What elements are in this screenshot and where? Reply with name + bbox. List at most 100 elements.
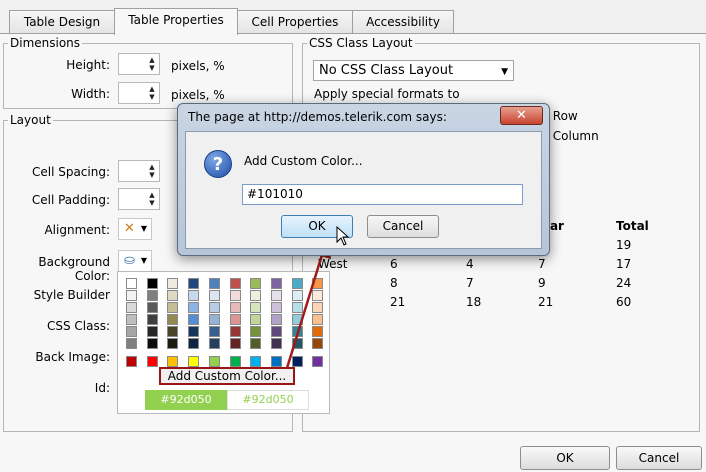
color-swatch[interactable]	[291, 290, 303, 301]
tab-table-properties[interactable]: Table Properties	[114, 8, 238, 35]
cell-padding-stepper[interactable]: ▲ ▼	[118, 188, 160, 210]
color-swatch[interactable]	[188, 314, 200, 325]
stepper-arrows-icon[interactable]: ▲ ▼	[148, 85, 156, 101]
alignment-dropdown[interactable]: ✕ ▼	[118, 218, 152, 240]
css-class-layout-select[interactable]: No CSS Class Layout ▼	[313, 60, 514, 81]
color-swatch[interactable]	[229, 302, 241, 313]
color-swatch[interactable]	[291, 326, 303, 337]
color-swatch[interactable]	[126, 326, 137, 337]
color-swatch[interactable]	[146, 290, 158, 301]
color-swatch[interactable]	[250, 302, 262, 313]
color-swatch[interactable]	[229, 314, 241, 325]
color-swatch[interactable]	[312, 278, 324, 289]
color-swatch[interactable]	[270, 326, 282, 337]
add-custom-color-button[interactable]: Add Custom Color...	[159, 367, 295, 385]
color-swatch[interactable]	[291, 338, 303, 349]
height-stepper[interactable]: ▲ ▼	[118, 53, 160, 75]
color-swatch[interactable]	[270, 302, 282, 313]
color-swatch[interactable]	[270, 314, 282, 325]
color-swatch[interactable]	[270, 278, 282, 289]
color-swatch[interactable]	[146, 302, 158, 313]
color-swatch[interactable]	[250, 338, 262, 349]
color-swatch[interactable]	[167, 290, 179, 301]
color-swatch[interactable]	[270, 356, 282, 367]
prompt-dialog: The page at http://demos.telerik.com say…	[177, 103, 550, 256]
color-swatch[interactable]	[208, 290, 220, 301]
color-swatch[interactable]	[250, 314, 262, 325]
color-swatch[interactable]	[229, 290, 241, 301]
color-swatch[interactable]	[250, 356, 262, 367]
color-swatch[interactable]	[146, 314, 158, 325]
color-swatch[interactable]	[146, 356, 158, 367]
color-swatch[interactable]	[312, 302, 324, 313]
color-swatch[interactable]	[188, 302, 200, 313]
color-swatch[interactable]	[146, 278, 158, 289]
color-swatch[interactable]	[312, 314, 324, 325]
color-swatch[interactable]	[208, 314, 220, 325]
dialog-body: ? Add Custom Color... #101010 OK Cancel	[185, 131, 542, 249]
color-swatch[interactable]	[312, 326, 324, 337]
color-swatch[interactable]	[188, 278, 200, 289]
stepper-arrows-icon[interactable]: ▲ ▼	[148, 56, 156, 72]
tab-table-design[interactable]: Table Design	[9, 10, 115, 34]
tab-cell-properties[interactable]: Cell Properties	[237, 10, 353, 34]
color-swatch[interactable]	[167, 338, 179, 349]
cell-spacing-stepper[interactable]: ▲ ▼	[118, 160, 160, 182]
color-swatch[interactable]	[188, 338, 200, 349]
color-swatch[interactable]	[126, 302, 137, 313]
color-swatch[interactable]	[208, 326, 220, 337]
color-swatch[interactable]	[312, 338, 324, 349]
table-cell: 21	[390, 295, 406, 309]
stepper-arrows-icon[interactable]: ▲ ▼	[148, 163, 156, 179]
color-swatch[interactable]	[167, 302, 179, 313]
table-cell: 21	[538, 295, 554, 309]
dialog-cancel-button[interactable]: Cancel	[367, 215, 439, 238]
stepper-arrows-icon[interactable]: ▲ ▼	[148, 191, 156, 207]
color-swatch[interactable]	[167, 326, 179, 337]
color-swatch[interactable]	[312, 356, 324, 367]
color-swatch[interactable]	[229, 356, 241, 367]
color-swatch[interactable]	[208, 356, 220, 367]
color-swatch[interactable]	[208, 338, 220, 349]
color-swatch[interactable]	[229, 326, 241, 337]
ok-button[interactable]: OK	[520, 446, 610, 470]
color-swatch[interactable]	[167, 314, 179, 325]
color-swatch[interactable]	[208, 302, 220, 313]
color-swatch[interactable]	[188, 356, 200, 367]
color-swatch[interactable]	[250, 326, 262, 337]
table-cell: 8	[390, 276, 398, 290]
color-swatch[interactable]	[188, 326, 200, 337]
color-swatch[interactable]	[270, 290, 282, 301]
color-swatch[interactable]	[126, 314, 137, 325]
close-icon[interactable]: ✕	[500, 106, 543, 125]
color-swatch[interactable]	[126, 278, 137, 289]
color-swatch[interactable]	[126, 290, 137, 301]
color-swatch[interactable]	[126, 356, 137, 367]
color-swatch[interactable]	[291, 314, 303, 325]
color-swatch[interactable]	[229, 338, 241, 349]
color-swatch[interactable]	[167, 278, 179, 289]
color-swatch[interactable]	[291, 356, 303, 367]
custom-color-input[interactable]: #101010	[242, 184, 523, 205]
tab-accessibility[interactable]: Accessibility	[352, 10, 454, 34]
color-swatch[interactable]	[229, 278, 241, 289]
width-stepper[interactable]: ▲ ▼	[118, 82, 160, 104]
cancel-button[interactable]: Cancel	[616, 446, 702, 470]
style-builder-label[interactable]: Style Builder	[10, 288, 110, 302]
color-swatch[interactable]	[146, 326, 158, 337]
color-swatch[interactable]	[208, 278, 220, 289]
width-unit: pixels, %	[171, 88, 225, 102]
color-swatch[interactable]	[250, 290, 262, 301]
color-swatch[interactable]	[312, 290, 324, 301]
background-color-dropdown[interactable]: ⛀ ▼	[118, 250, 152, 272]
color-swatch[interactable]	[291, 302, 303, 313]
color-swatch[interactable]	[188, 290, 200, 301]
color-swatch[interactable]	[167, 356, 179, 367]
color-swatch[interactable]	[250, 278, 262, 289]
color-swatch[interactable]	[291, 278, 303, 289]
color-swatch[interactable]	[146, 338, 158, 349]
caret-down-icon: ▼	[140, 256, 147, 265]
id-label: Id:	[94, 381, 110, 395]
color-swatch[interactable]	[270, 338, 282, 349]
color-swatch[interactable]	[126, 338, 137, 349]
